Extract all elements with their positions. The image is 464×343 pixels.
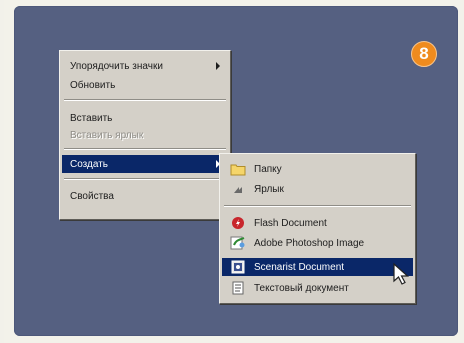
step-number-badge: 8 — [411, 41, 437, 67]
submenu-item-flash-document[interactable]: Flash Document — [222, 214, 413, 232]
submenu-item-text-document[interactable]: Текстовый документ — [222, 279, 413, 297]
menu-item-label: Вставить ярлык — [70, 129, 144, 141]
menu-item-paste[interactable]: Вставить — [62, 109, 228, 127]
menu-item-properties[interactable]: Свойства — [62, 187, 228, 205]
flash-document-icon — [230, 216, 246, 230]
submenu-item-shortcut[interactable]: Ярлык — [222, 180, 413, 198]
submenu-item-label: Scenarist Document — [254, 261, 345, 273]
submenu-item-label: Adobe Photoshop Image — [254, 237, 365, 249]
menu-item-label: Создать — [70, 158, 109, 170]
mouse-cursor-icon — [392, 262, 412, 291]
submenu-item-photoshop-image[interactable]: Adobe Photoshop Image — [222, 234, 413, 252]
submenu-item-label: Ярлык — [254, 183, 284, 195]
folder-icon — [230, 162, 246, 176]
photoshop-image-icon — [230, 236, 246, 250]
menu-separator — [224, 205, 411, 207]
menu-separator — [64, 99, 226, 101]
menu-item-label: Упорядочить значки — [70, 60, 163, 72]
submenu-item-label: Flash Document — [254, 217, 327, 229]
menu-item-label: Обновить — [70, 79, 116, 91]
menu-item-arrange-icons[interactable]: Упорядочить значки — [62, 57, 228, 75]
submenu-item-scenarist-document[interactable]: Scenarist Document — [222, 258, 413, 276]
menu-item-refresh[interactable]: Обновить — [62, 76, 228, 94]
menu-item-paste-shortcut: Вставить ярлык — [62, 126, 228, 144]
menu-separator — [64, 148, 226, 150]
menu-item-create[interactable]: Создать — [62, 155, 228, 173]
create-submenu: Папку Ярлык Flash Document Adobe Photosh… — [219, 153, 416, 304]
scenarist-document-icon — [230, 260, 246, 274]
submenu-item-folder[interactable]: Папку — [222, 160, 413, 178]
desktop-context-menu: Упорядочить значки Обновить Вставить Вст… — [59, 50, 231, 220]
menu-item-label: Свойства — [70, 190, 114, 202]
figure-frame: 8 Упорядочить значки Обновить Вставить В… — [4, 0, 460, 343]
submenu-item-label: Текстовый документ — [254, 282, 349, 294]
menu-item-label: Вставить — [70, 112, 113, 124]
text-document-icon — [230, 281, 246, 295]
shortcut-icon — [230, 182, 246, 196]
menu-separator — [64, 178, 226, 180]
submenu-arrow-icon — [216, 62, 220, 70]
submenu-item-label: Папку — [254, 163, 282, 175]
